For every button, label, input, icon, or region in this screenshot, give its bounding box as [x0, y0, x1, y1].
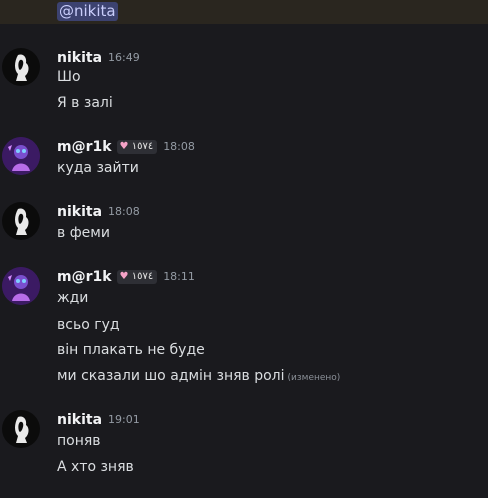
tag-text: ١٥٧٤	[131, 141, 154, 152]
profile-tag[interactable]: ♥ ١٥٧٤	[116, 140, 158, 154]
message-text: А хто зняв	[57, 459, 134, 475]
timestamp: 16:49	[108, 51, 140, 64]
heart-icon: ♥	[119, 141, 129, 152]
tag-text: ١٥٧٤	[131, 271, 154, 282]
author-name[interactable]: nikita	[57, 202, 102, 222]
message-header: nikita 19:01	[57, 410, 140, 430]
author-name[interactable]: m@r1k	[57, 137, 112, 157]
avatar[interactable]	[2, 137, 40, 175]
message-text: ми сказали шо адмін зняв ролі	[57, 368, 285, 384]
message-text: куда зайти	[57, 160, 139, 176]
message-text: поняв	[57, 433, 101, 449]
author-name[interactable]: m@r1k	[57, 267, 112, 287]
avatar[interactable]	[2, 202, 40, 240]
message-text: жди	[57, 290, 89, 306]
profile-tag[interactable]: ♥ ١٥٧٤	[116, 270, 158, 284]
message-text-edited: ми сказали шо адмін зняв ролі (изменено)	[57, 366, 340, 388]
top-bar: @nikita	[0, 0, 488, 24]
message-text: в феми	[57, 225, 110, 241]
message-text: всьо гуд	[57, 317, 120, 333]
author-name[interactable]: nikita	[57, 48, 102, 68]
timestamp: 19:01	[108, 413, 140, 426]
edited-label: (изменено)	[287, 373, 341, 383]
avatar[interactable]	[2, 410, 40, 448]
message-header: nikita 16:49	[57, 48, 140, 68]
heart-icon: ♥	[119, 271, 129, 282]
timestamp: 18:08	[163, 140, 195, 153]
message-text: Шо	[57, 69, 81, 85]
message-text: Я в залі	[57, 95, 113, 111]
avatar[interactable]	[2, 267, 40, 305]
message-text: він плакать не буде	[57, 342, 205, 358]
timestamp: 18:11	[163, 270, 195, 283]
author-name[interactable]: nikita	[57, 410, 102, 430]
timestamp: 18:08	[108, 205, 140, 218]
avatar[interactable]	[2, 48, 40, 86]
message-header: nikita 18:08	[57, 202, 140, 222]
message-header: m@r1k ♥ ١٥٧٤ 18:08	[57, 137, 195, 157]
user-mention[interactable]: @nikita	[57, 2, 118, 21]
message-header: m@r1k ♥ ١٥٧٤ 18:11	[57, 267, 195, 287]
